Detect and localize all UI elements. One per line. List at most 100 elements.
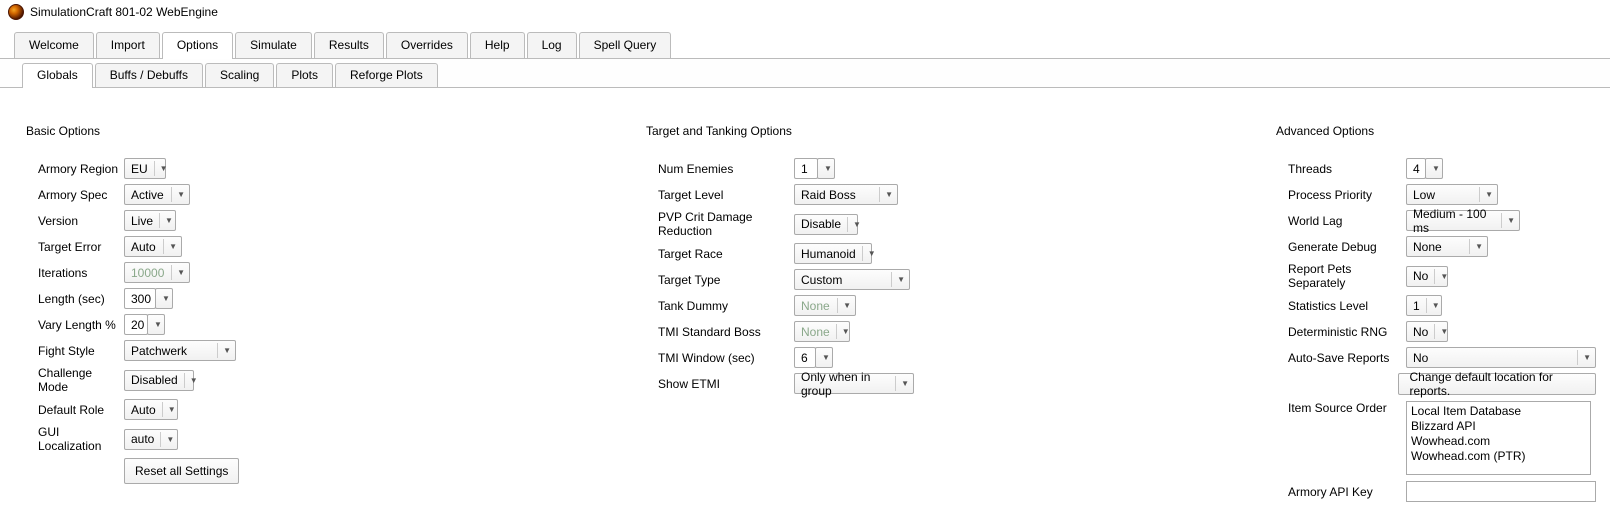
subtab-globals[interactable]: Globals	[22, 63, 93, 87]
chevron-down-icon: ▼	[171, 265, 185, 280]
length-stepper[interactable]: ▼	[155, 288, 173, 309]
pvp-crit-select[interactable]: Disable▼	[794, 214, 858, 235]
chevron-down-icon: ▼	[154, 317, 162, 332]
target-race-select[interactable]: Humanoid▼	[794, 243, 872, 264]
armory-api-key-input[interactable]	[1406, 481, 1596, 502]
chevron-down-icon: ▼	[217, 343, 231, 358]
chevron-down-icon: ▼	[1434, 324, 1448, 339]
list-item[interactable]: Local Item Database	[1411, 404, 1586, 419]
tmi-window-input[interactable]: 6	[794, 347, 816, 368]
pvp-crit-label: PVP Crit Damage Reduction	[658, 210, 794, 238]
tab-log[interactable]: Log	[527, 32, 577, 58]
tab-import[interactable]: Import	[96, 32, 160, 58]
threads-stepper[interactable]: ▼	[1425, 158, 1443, 179]
chevron-down-icon: ▼	[824, 161, 832, 176]
chevron-down-icon: ▼	[159, 213, 173, 228]
generate-debug-select[interactable]: None▼	[1406, 236, 1488, 257]
tank-dummy-select[interactable]: None▼	[794, 295, 856, 316]
item-source-order-list[interactable]: Local Item DatabaseBlizzard APIWowhead.c…	[1406, 401, 1591, 475]
target-level-select[interactable]: Raid Boss▼	[794, 184, 898, 205]
tmi-std-boss-select[interactable]: None▼	[794, 321, 850, 342]
subtab-reforge-plots[interactable]: Reforge Plots	[335, 63, 438, 87]
change-default-location-button[interactable]: Change default location for reports.	[1398, 373, 1596, 395]
world-lag-label: World Lag	[1288, 214, 1406, 228]
num-enemies-input[interactable]: 1	[794, 158, 818, 179]
version-label: Version	[38, 214, 124, 228]
tab-options[interactable]: Options	[162, 32, 233, 58]
chevron-down-icon: ▼	[879, 187, 893, 202]
deterministic-rng-label: Deterministic RNG	[1288, 325, 1406, 339]
target-level-label: Target Level	[658, 188, 794, 202]
auto-save-reports-label: Auto-Save Reports	[1288, 351, 1406, 365]
list-item[interactable]: Blizzard API	[1411, 419, 1586, 434]
reset-all-settings-button[interactable]: Reset all Settings	[124, 458, 239, 484]
auto-save-reports-select[interactable]: No▼	[1406, 347, 1596, 368]
vary-length-input[interactable]: 20	[124, 314, 148, 335]
tank-dummy-label: Tank Dummy	[658, 299, 794, 313]
list-item[interactable]: Wowhead.com (PTR)	[1411, 449, 1586, 464]
process-priority-label: Process Priority	[1288, 188, 1406, 202]
basic-options-section: Basic Options Armory Region EU▼ Armory S…	[26, 124, 646, 507]
tab-simulate[interactable]: Simulate	[235, 32, 312, 58]
chevron-down-icon: ▼	[862, 246, 876, 261]
gui-localization-select[interactable]: auto▼	[124, 429, 178, 450]
armory-region-select[interactable]: EU▼	[124, 158, 166, 179]
chevron-down-icon: ▼	[160, 432, 174, 447]
iterations-select[interactable]: 10000▼	[124, 262, 190, 283]
target-tanking-section: Target and Tanking Options Num Enemies 1…	[646, 124, 1276, 507]
chevron-down-icon: ▼	[163, 239, 177, 254]
item-source-order-label: Item Source Order	[1288, 401, 1406, 415]
chevron-down-icon: ▼	[171, 187, 185, 202]
tab-overrides[interactable]: Overrides	[386, 32, 468, 58]
vary-length-stepper[interactable]: ▼	[147, 314, 165, 335]
chevron-down-icon: ▼	[1469, 239, 1483, 254]
iterations-label: Iterations	[38, 266, 124, 280]
generate-debug-label: Generate Debug	[1288, 240, 1406, 254]
world-lag-select[interactable]: Medium - 100 ms▼	[1406, 210, 1520, 231]
version-select[interactable]: Live▼	[124, 210, 176, 231]
subtab-plots[interactable]: Plots	[276, 63, 333, 87]
sub-tabbar: GlobalsBuffs / DebuffsScalingPlotsReforg…	[0, 59, 1610, 88]
threads-label: Threads	[1288, 162, 1406, 176]
num-enemies-label: Num Enemies	[658, 162, 794, 176]
chevron-down-icon: ▼	[154, 161, 168, 176]
title-bar: SimulationCraft 801-02 WebEngine	[0, 0, 1610, 26]
default-role-select[interactable]: Auto▼	[124, 399, 178, 420]
subtab-scaling[interactable]: Scaling	[205, 63, 274, 87]
chevron-down-icon: ▼	[162, 291, 170, 306]
chevron-down-icon: ▼	[1577, 350, 1591, 365]
chevron-down-icon: ▼	[836, 324, 850, 339]
tmi-std-boss-label: TMI Standard Boss	[658, 325, 794, 339]
basic-options-title: Basic Options	[26, 124, 626, 138]
vary-length-label: Vary Length %	[38, 318, 124, 332]
threads-input[interactable]: 4	[1406, 158, 1426, 179]
report-pets-select[interactable]: No▼	[1406, 266, 1448, 287]
chevron-down-icon: ▼	[822, 350, 830, 365]
statistics-level-label: Statistics Level	[1288, 299, 1406, 313]
num-enemies-stepper[interactable]: ▼	[817, 158, 835, 179]
tab-results[interactable]: Results	[314, 32, 384, 58]
advanced-options-title: Advanced Options	[1276, 124, 1596, 138]
statistics-level-select[interactable]: 1▼	[1406, 295, 1442, 316]
target-type-select[interactable]: Custom▼	[794, 269, 910, 290]
subtab-buffs-debuffs[interactable]: Buffs / Debuffs	[95, 63, 203, 87]
target-error-select[interactable]: Auto▼	[124, 236, 182, 257]
fight-style-select[interactable]: Patchwerk▼	[124, 340, 236, 361]
tab-help[interactable]: Help	[470, 32, 525, 58]
tab-welcome[interactable]: Welcome	[14, 32, 94, 58]
chevron-down-icon: ▼	[891, 272, 905, 287]
process-priority-select[interactable]: Low▼	[1406, 184, 1498, 205]
fight-style-label: Fight Style	[38, 344, 124, 358]
chevron-down-icon: ▼	[1426, 298, 1440, 313]
deterministic-rng-select[interactable]: No▼	[1406, 321, 1448, 342]
tab-spell-query[interactable]: Spell Query	[579, 32, 672, 58]
armory-spec-select[interactable]: Active▼	[124, 184, 190, 205]
length-input[interactable]: 300	[124, 288, 156, 309]
armory-api-key-label: Armory API Key	[1288, 485, 1406, 499]
list-item[interactable]: Wowhead.com	[1411, 434, 1586, 449]
challenge-mode-select[interactable]: Disabled▼	[124, 370, 194, 391]
chevron-down-icon: ▼	[1501, 213, 1515, 228]
show-etmi-select[interactable]: Only when in group▼	[794, 373, 914, 394]
report-pets-label: Report Pets Separately	[1288, 262, 1406, 290]
tmi-window-stepper[interactable]: ▼	[815, 347, 833, 368]
